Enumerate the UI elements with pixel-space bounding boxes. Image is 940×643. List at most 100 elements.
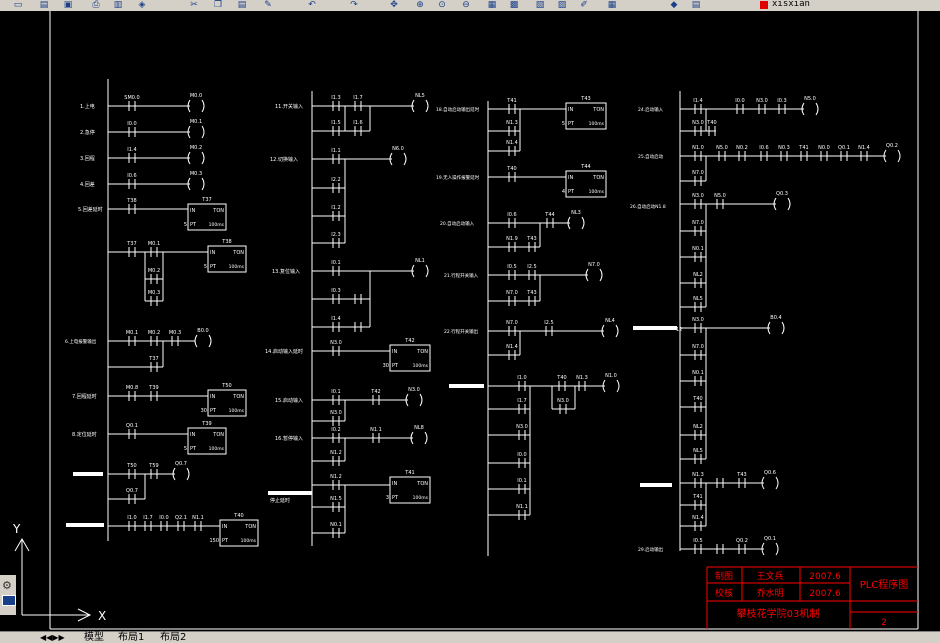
contact-label: N1.3: [576, 375, 588, 381]
tab-layout2[interactable]: 布局2: [160, 632, 186, 643]
tb-sheet: 2: [881, 618, 887, 628]
contact-label: SM0.0: [124, 95, 139, 101]
coil-label: Q0.1: [764, 536, 776, 542]
zoom-realtime-icon[interactable]: ⊕: [414, 0, 426, 10]
properties-icon[interactable]: ▦: [486, 0, 498, 10]
coil-label: Q0.7: [175, 461, 187, 467]
contact-label: N7.0: [506, 290, 518, 296]
contact-label: N3.0: [557, 398, 569, 404]
timer-preset: 5: [562, 121, 565, 127]
contact-label: N1.3: [506, 120, 518, 126]
paste-icon[interactable]: ▤: [236, 0, 248, 10]
contact-label: M0.1: [148, 241, 160, 247]
zoom-window-icon[interactable]: ⊙: [436, 0, 448, 10]
coil-mark: [883, 149, 901, 163]
drawing-canvas[interactable]: 制图 王文兵 2007.6 校核 乔水明 2007.6 PLC程序图 攀枝花学院03机制 2 Y X…: [0, 11, 940, 631]
rung-label: 18.自动启动输出延时: [436, 106, 480, 113]
timer-ton-label: TON: [416, 481, 428, 487]
tb-drawn-by-label: 制图: [715, 570, 733, 582]
timer-in-label: IN: [210, 394, 215, 400]
contact-label: I0.0: [159, 515, 168, 521]
contact-label: N7.0: [692, 344, 704, 350]
contact-label: I0.6: [127, 173, 136, 179]
timer-base-label: 100ms: [229, 264, 245, 270]
rung-label: 14.启动输入延时: [265, 348, 303, 355]
contact-label: I1.4: [693, 98, 702, 104]
tab-model[interactable]: 模型: [84, 632, 104, 643]
sheetset-icon[interactable]: ▨: [556, 0, 568, 10]
print-icon[interactable]: ⎙: [90, 0, 102, 10]
coil-label: N1.0: [605, 373, 617, 379]
layer-color-icon[interactable]: [760, 1, 768, 9]
contact-label: NL5: [693, 296, 703, 302]
rung-label: 6.上电报警输出: [65, 338, 97, 345]
contact-label: N0.0: [818, 145, 830, 151]
redo-icon[interactable]: ↷: [348, 0, 360, 10]
gear-icon[interactable]: ⚙: [2, 579, 12, 592]
cut-icon[interactable]: ✂: [188, 0, 200, 10]
contact-label: T41: [506, 98, 516, 104]
contact-label: T42: [370, 389, 380, 395]
contact-label: N7.0: [692, 170, 704, 176]
contact-label: M0.3: [169, 330, 181, 336]
contact-label: T44: [544, 212, 554, 218]
timer-ton-label: TON: [212, 432, 224, 438]
rung-label: 8.定位延时: [72, 431, 97, 438]
layers-icon[interactable]: ◆: [668, 0, 680, 10]
contact-label: N1.2: [330, 450, 342, 456]
contact-label: I1.7: [353, 95, 362, 101]
tab-nav-icon[interactable]: ◀◀▶▶: [40, 632, 65, 643]
contact-label: I0.5: [507, 264, 516, 270]
contact-label: N0.1: [692, 246, 704, 252]
contact-label: I1.3: [331, 95, 340, 101]
contact-label: N5.0: [716, 145, 728, 151]
contact-label: I0.2: [331, 427, 340, 433]
ucs-x-label: X: [98, 609, 106, 623]
match-icon[interactable]: ✎: [262, 0, 274, 10]
white-marker: [449, 384, 484, 388]
new-icon[interactable]: ▭: [12, 0, 24, 10]
timer-name: T41: [404, 470, 414, 476]
contact-label: N1.4: [506, 344, 518, 350]
contact-label: I0.1: [331, 260, 340, 266]
layout-icon[interactable]: [2, 595, 16, 606]
contact-label: I1.1: [331, 148, 340, 154]
preview-icon[interactable]: ▥: [112, 0, 124, 10]
timer-base-label: 100ms: [209, 446, 225, 452]
rung-label: 2.急停: [80, 129, 95, 136]
coil-mark: [773, 197, 791, 211]
open-icon[interactable]: ▤: [38, 0, 50, 10]
pan-icon[interactable]: ✥: [388, 0, 400, 10]
coil-mark: [601, 324, 619, 338]
white-marker: [633, 326, 677, 330]
rung-label: 15.启动输入: [275, 397, 303, 404]
undo-icon[interactable]: ↶: [306, 0, 318, 10]
contact-label: T40: [506, 166, 516, 172]
markup-icon[interactable]: ✐: [578, 0, 590, 10]
layer-name-field[interactable]: xisxian: [772, 0, 810, 9]
zoom-previous-icon[interactable]: ⊖: [460, 0, 472, 10]
coil-mark: [187, 151, 205, 165]
contact-label: N1.0: [692, 145, 704, 151]
copy-icon[interactable]: ❐: [212, 0, 224, 10]
contact-label: T43: [736, 472, 746, 478]
designcenter-icon[interactable]: ▩: [508, 0, 520, 10]
timer-in-label: IN: [568, 175, 573, 181]
timer-base-label: 100ms: [229, 408, 245, 414]
calc-icon[interactable]: ▦: [606, 0, 618, 10]
tab-layout1[interactable]: 布局1: [118, 632, 144, 643]
toolpalette-icon[interactable]: ▧: [534, 0, 546, 10]
white-marker: [73, 472, 103, 476]
contact-label: T40: [556, 375, 566, 381]
timer-pt-label: PT: [190, 446, 197, 452]
timer-in-label: IN: [392, 349, 397, 355]
contact-label: T41: [798, 145, 808, 151]
layer-state-icon[interactable]: ▤: [690, 0, 702, 10]
tb-checked-date: 2007.6: [809, 589, 841, 599]
publish-icon[interactable]: ◈: [136, 0, 148, 10]
contact-label: N1.1: [516, 504, 528, 510]
contact-label: I1.4: [331, 316, 340, 322]
save-icon[interactable]: ▣: [62, 0, 74, 10]
contact-label: N3.0: [516, 424, 528, 430]
contact-label: I2.2: [331, 177, 340, 183]
